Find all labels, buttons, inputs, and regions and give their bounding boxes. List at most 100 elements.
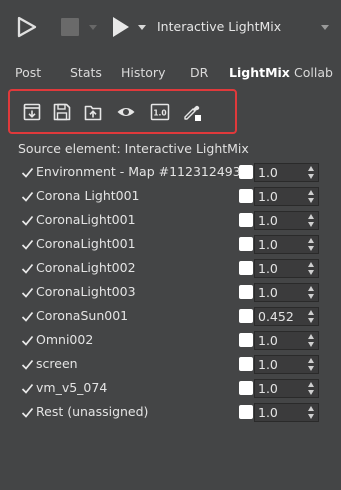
- spinner-buttons[interactable]: [307, 237, 317, 252]
- decrement-arrow-icon[interactable]: [308, 390, 314, 395]
- decrement-arrow-icon[interactable]: [308, 366, 314, 371]
- intensity-value[interactable]: 1.0: [258, 333, 278, 348]
- enable-checkbox[interactable]: [21, 166, 34, 179]
- tab-lightmix[interactable]: LightMix: [229, 65, 290, 80]
- load-button[interactable]: [22, 102, 42, 122]
- increment-arrow-icon[interactable]: [308, 190, 314, 195]
- intensity-spinner[interactable]: 1.0: [254, 259, 319, 278]
- intensity-value[interactable]: 1.0: [258, 189, 278, 204]
- color-swatch[interactable]: [239, 333, 253, 347]
- intensity-value[interactable]: 1.0: [258, 381, 278, 396]
- color-swatch[interactable]: [239, 405, 253, 419]
- play-icon[interactable]: [112, 16, 130, 38]
- intensity-value[interactable]: 1.0: [258, 213, 278, 228]
- intensity-value[interactable]: 1.0: [258, 405, 278, 420]
- increment-arrow-icon[interactable]: [308, 358, 314, 363]
- spinner-buttons[interactable]: [307, 261, 317, 276]
- enable-checkbox[interactable]: [21, 214, 34, 227]
- intensity-spinner[interactable]: 0.452: [254, 307, 319, 326]
- increment-arrow-icon[interactable]: [308, 334, 314, 339]
- light-name: CoronaLight003: [36, 284, 136, 299]
- enable-checkbox[interactable]: [21, 334, 34, 347]
- tab-stats[interactable]: Stats: [70, 65, 102, 80]
- tab-collab[interactable]: Collab: [294, 65, 333, 80]
- increment-arrow-icon[interactable]: [308, 382, 314, 387]
- spinner-buttons[interactable]: [307, 189, 317, 204]
- spinner-buttons[interactable]: [307, 405, 317, 420]
- intensity-value[interactable]: 1.0: [258, 261, 278, 276]
- spinner-buttons[interactable]: [307, 309, 317, 324]
- intensity-value[interactable]: 1.0: [258, 165, 278, 180]
- eyedropper-button[interactable]: [182, 102, 202, 122]
- color-swatch[interactable]: [239, 237, 253, 251]
- spinner-buttons[interactable]: [307, 381, 317, 396]
- increment-arrow-icon[interactable]: [308, 310, 314, 315]
- enable-checkbox[interactable]: [21, 406, 34, 419]
- enable-checkbox[interactable]: [21, 262, 34, 275]
- save-button[interactable]: [52, 102, 72, 122]
- decrement-arrow-icon[interactable]: [308, 270, 314, 275]
- color-swatch[interactable]: [239, 213, 253, 227]
- decrement-arrow-icon[interactable]: [308, 198, 314, 203]
- enable-checkbox[interactable]: [21, 286, 34, 299]
- intensity-spinner[interactable]: 1.0: [254, 163, 319, 182]
- reset-button[interactable]: 1.0: [150, 102, 170, 122]
- spinner-buttons[interactable]: [307, 165, 317, 180]
- intensity-spinner[interactable]: 1.0: [254, 283, 319, 302]
- intensity-spinner[interactable]: 1.0: [254, 187, 319, 206]
- light-name: vm_v5_074: [36, 380, 108, 395]
- enable-checkbox[interactable]: [21, 310, 34, 323]
- decrement-arrow-icon[interactable]: [308, 318, 314, 323]
- spinner-buttons[interactable]: [307, 285, 317, 300]
- spinner-buttons[interactable]: [307, 213, 317, 228]
- increment-arrow-icon[interactable]: [308, 238, 314, 243]
- color-swatch[interactable]: [239, 357, 253, 371]
- decrement-arrow-icon[interactable]: [308, 294, 314, 299]
- enable-checkbox[interactable]: [21, 238, 34, 251]
- increment-arrow-icon[interactable]: [308, 406, 314, 411]
- intensity-value[interactable]: 0.452: [258, 309, 294, 324]
- spinner-buttons[interactable]: [307, 333, 317, 348]
- color-swatch[interactable]: [239, 165, 253, 179]
- intensity-spinner[interactable]: 1.0: [254, 331, 319, 350]
- intensity-spinner[interactable]: 1.0: [254, 379, 319, 398]
- tab-post[interactable]: Post: [15, 65, 41, 80]
- intensity-spinner[interactable]: 1.0: [254, 235, 319, 254]
- stop-icon[interactable]: [61, 18, 79, 36]
- intensity-value[interactable]: 1.0: [258, 237, 278, 252]
- color-swatch[interactable]: [239, 189, 253, 203]
- visibility-button[interactable]: [116, 102, 136, 122]
- tab-dr[interactable]: DR: [190, 65, 208, 80]
- intensity-value[interactable]: 1.0: [258, 285, 278, 300]
- play-dropdown-icon[interactable]: [138, 25, 146, 30]
- list-item: Corona Light001 1.0: [0, 185, 341, 209]
- decrement-arrow-icon[interactable]: [308, 222, 314, 227]
- render-icon[interactable]: [16, 16, 38, 38]
- enable-checkbox[interactable]: [21, 382, 34, 395]
- increment-arrow-icon[interactable]: [308, 286, 314, 291]
- stop-dropdown-icon[interactable]: [89, 25, 97, 30]
- increment-arrow-icon[interactable]: [308, 262, 314, 267]
- enable-checkbox[interactable]: [21, 358, 34, 371]
- decrement-arrow-icon[interactable]: [308, 342, 314, 347]
- color-swatch[interactable]: [239, 309, 253, 323]
- light-name: CoronaLight001: [36, 236, 136, 251]
- decrement-arrow-icon[interactable]: [308, 174, 314, 179]
- increment-arrow-icon[interactable]: [308, 166, 314, 171]
- enable-checkbox[interactable]: [21, 190, 34, 203]
- color-swatch[interactable]: [239, 285, 253, 299]
- decrement-arrow-icon[interactable]: [308, 414, 314, 419]
- intensity-spinner[interactable]: 1.0: [254, 403, 319, 422]
- render-mode-select[interactable]: Interactive LightMix: [155, 19, 333, 37]
- intensity-spinner[interactable]: 1.0: [254, 355, 319, 374]
- increment-arrow-icon[interactable]: [308, 214, 314, 219]
- color-swatch[interactable]: [239, 261, 253, 275]
- decrement-arrow-icon[interactable]: [308, 246, 314, 251]
- checkmark-icon: [21, 383, 34, 394]
- spinner-buttons[interactable]: [307, 357, 317, 372]
- tab-history[interactable]: History: [121, 65, 165, 80]
- export-button[interactable]: [83, 102, 103, 122]
- color-swatch[interactable]: [239, 381, 253, 395]
- intensity-value[interactable]: 1.0: [258, 357, 278, 372]
- intensity-spinner[interactable]: 1.0: [254, 211, 319, 230]
